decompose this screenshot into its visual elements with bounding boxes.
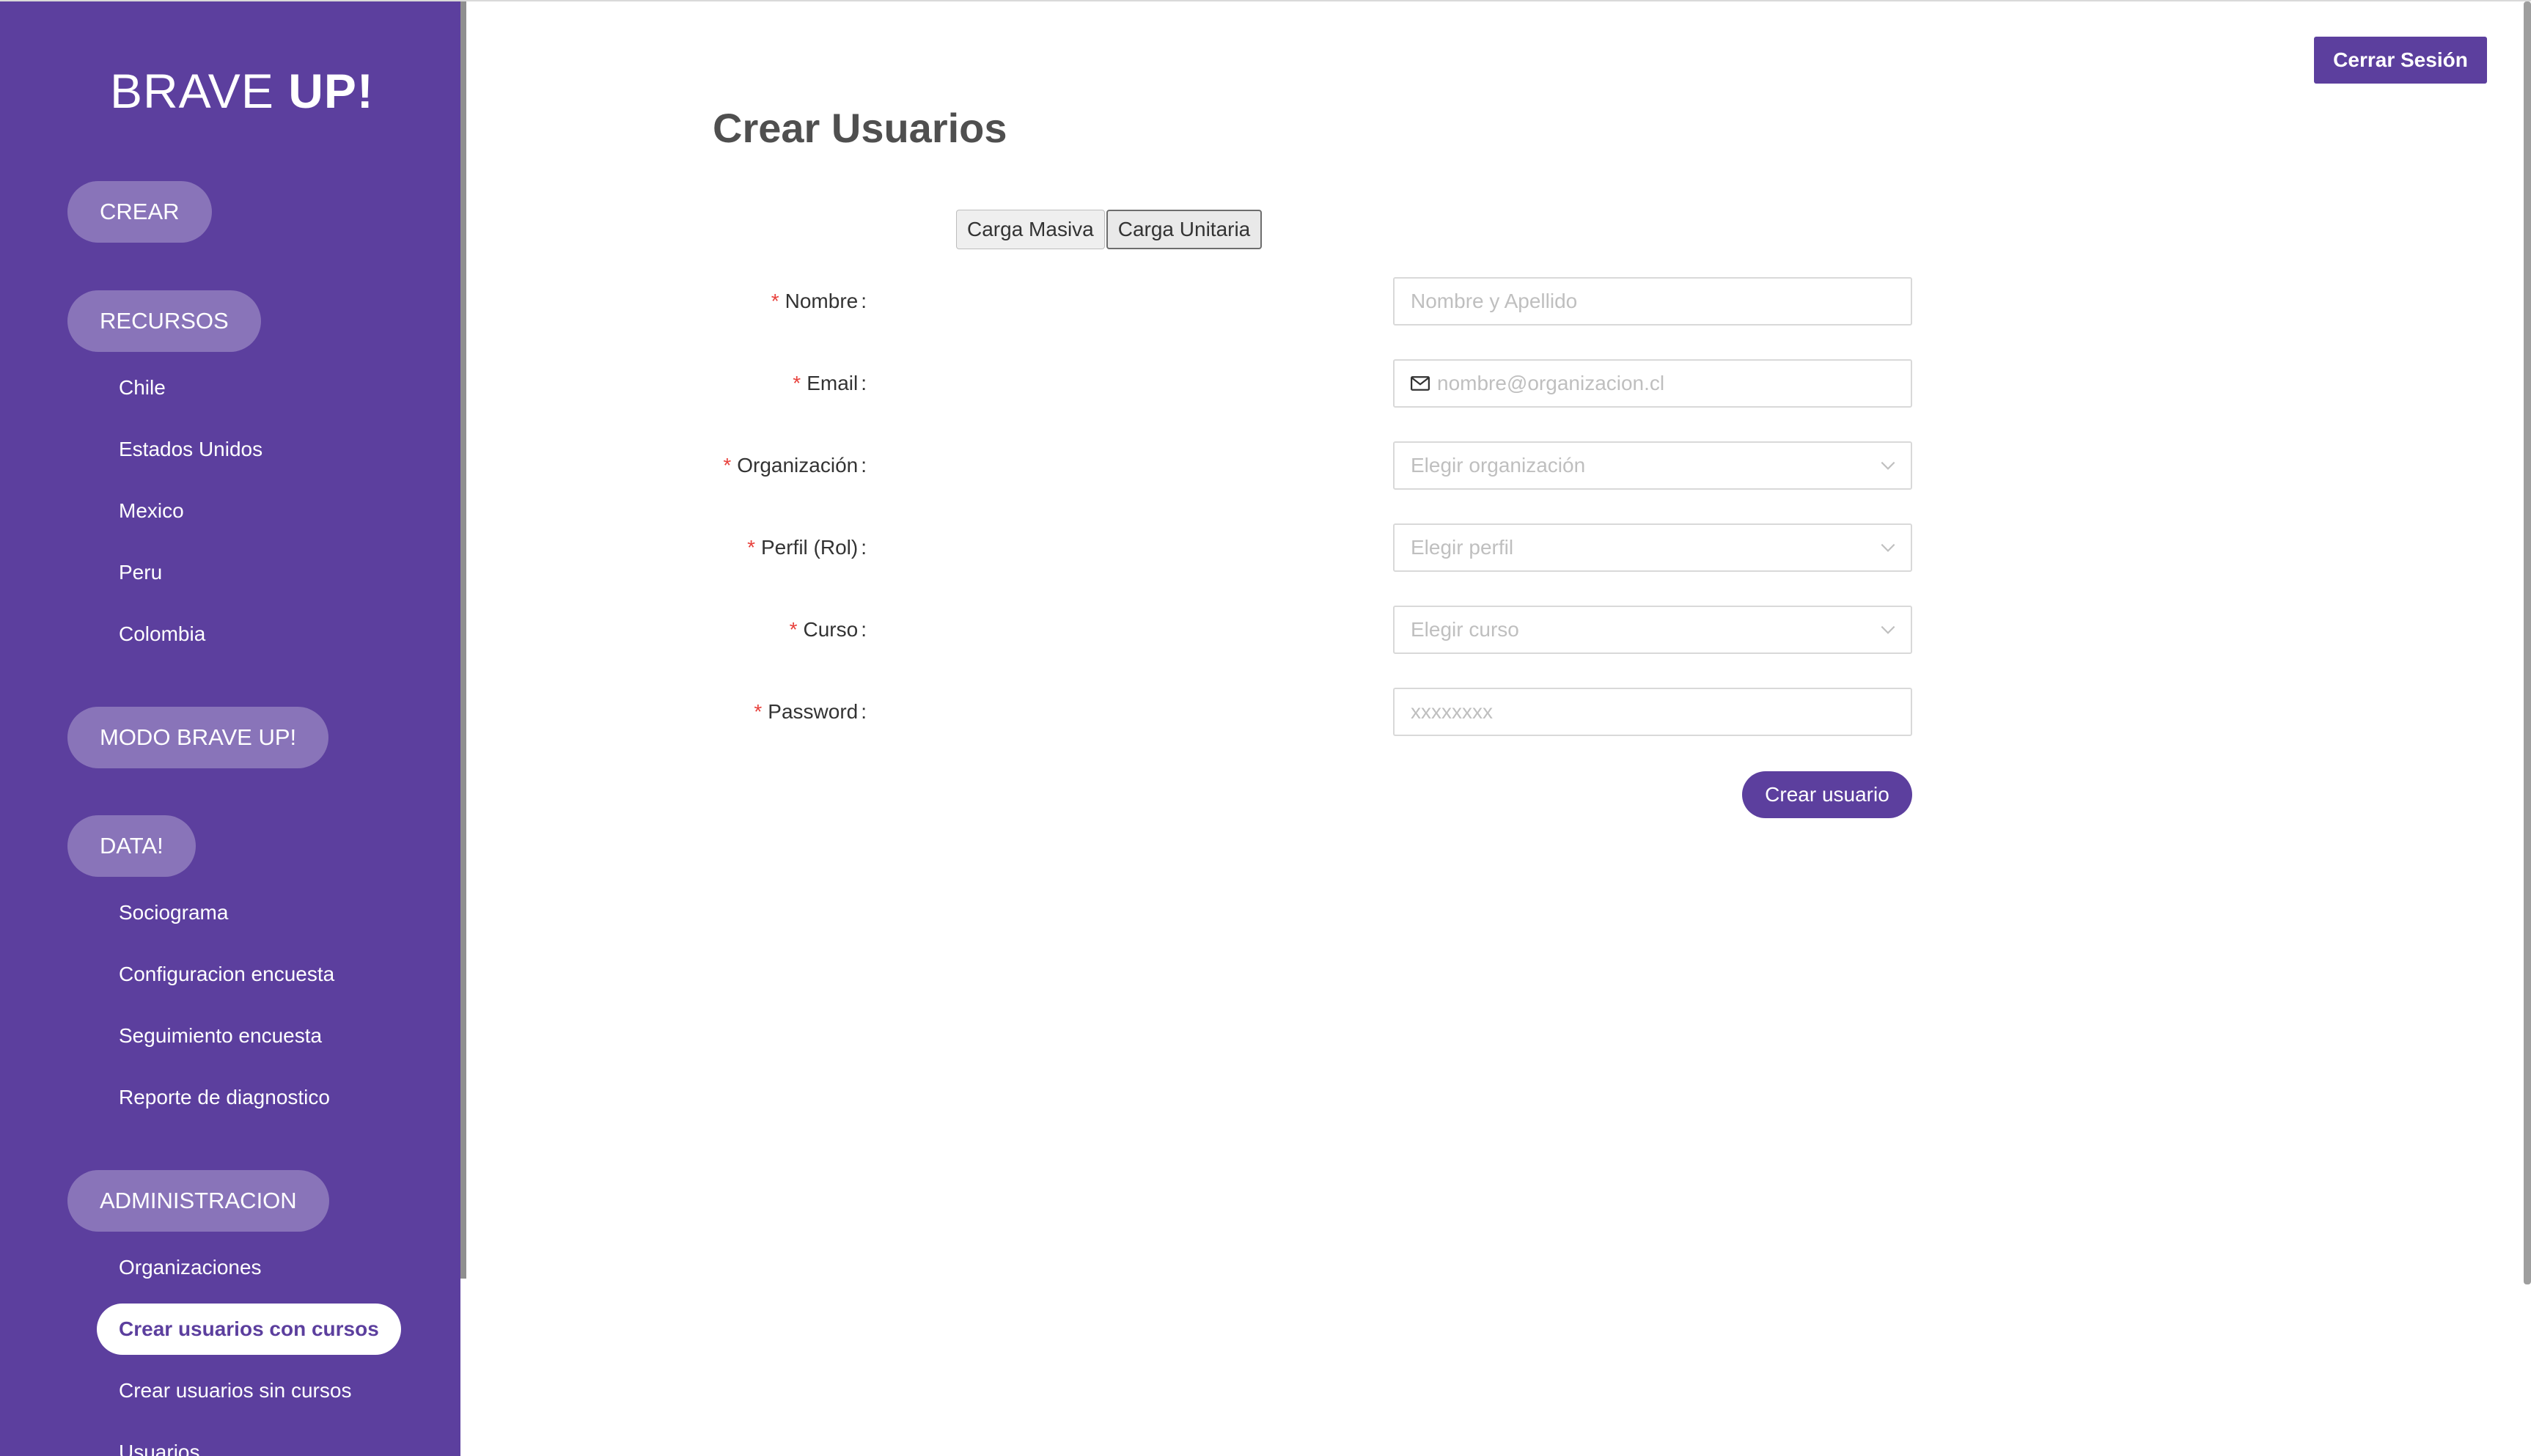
label-colon: : bbox=[861, 700, 867, 723]
nombre-field bbox=[1393, 277, 1912, 326]
curso-label-text: Curso bbox=[803, 618, 859, 641]
mail-icon bbox=[1411, 376, 1430, 391]
perfil-label-text: Perfil (Rol) bbox=[760, 536, 859, 559]
nombre-label-text: Nombre bbox=[785, 290, 859, 312]
sidebar: BRAVE UP! CREAR RECURSOS Chile Estados U… bbox=[0, 1, 460, 1456]
sidebar-item-sociograma[interactable]: Sociograma bbox=[119, 898, 228, 927]
sidebar-item-reporte-de-diagnostico[interactable]: Reporte de diagnostico bbox=[119, 1083, 330, 1112]
password-label-text: Password bbox=[768, 700, 859, 723]
nombre-label: * Nombre: bbox=[771, 277, 867, 326]
required-mark: * bbox=[793, 372, 801, 394]
chevron-down-icon bbox=[1881, 625, 1895, 634]
form-row-curso: * Curso: Elegir curso bbox=[713, 606, 1912, 654]
page-scrollbar[interactable] bbox=[2524, 1, 2531, 1284]
sidebar-group-crear[interactable]: CREAR bbox=[67, 181, 212, 243]
page-title: Crear Usuarios bbox=[713, 105, 1007, 151]
chevron-down-icon bbox=[1881, 461, 1895, 470]
sidebar-item-mexico[interactable]: Mexico bbox=[119, 496, 184, 526]
password-label: * Password: bbox=[754, 688, 867, 736]
organizacion-select[interactable]: Elegir organización bbox=[1393, 441, 1912, 490]
sidebar-item-crear-usuarios-sin-cursos[interactable]: Crear usuarios sin cursos bbox=[119, 1376, 351, 1405]
form-row-organizacion: * Organización: Elegir organización bbox=[713, 441, 1912, 490]
label-colon: : bbox=[861, 372, 867, 394]
chevron-down-icon bbox=[1881, 543, 1895, 552]
sidebar-scrollbar[interactable] bbox=[460, 1, 466, 1279]
sidebar-item-colombia[interactable]: Colombia bbox=[119, 619, 205, 649]
curso-label: * Curso: bbox=[790, 606, 867, 654]
required-mark: * bbox=[771, 290, 779, 312]
app-window: BRAVE UP! CREAR RECURSOS Chile Estados U… bbox=[0, 0, 2531, 1456]
label-colon: : bbox=[861, 618, 867, 641]
sidebar-item-configuracion-encuesta[interactable]: Configuracion encuesta bbox=[119, 960, 334, 989]
curso-select[interactable]: Elegir curso bbox=[1393, 606, 1912, 654]
password-input[interactable] bbox=[1411, 689, 1911, 735]
sidebar-item-peru[interactable]: Peru bbox=[119, 558, 162, 587]
logout-button[interactable]: Cerrar Sesión bbox=[2314, 37, 2487, 84]
email-label: * Email: bbox=[793, 359, 867, 408]
sidebar-group-data[interactable]: DATA! bbox=[67, 815, 196, 877]
email-label-text: Email bbox=[807, 372, 859, 394]
logo-text-bold: UP! bbox=[288, 64, 374, 118]
email-input[interactable] bbox=[1437, 361, 1911, 406]
email-field bbox=[1393, 359, 1912, 408]
required-mark: * bbox=[754, 700, 763, 723]
sidebar-group-recursos[interactable]: RECURSOS bbox=[67, 290, 261, 352]
sidebar-item-usuarios[interactable]: Usuarios bbox=[119, 1438, 199, 1456]
label-colon: : bbox=[861, 454, 867, 477]
perfil-select-placeholder: Elegir perfil bbox=[1411, 536, 1514, 559]
password-field bbox=[1393, 688, 1912, 736]
sidebar-group-administracion[interactable]: ADMINISTRACION bbox=[67, 1170, 329, 1232]
sidebar-item-seguimiento-encuesta[interactable]: Seguimiento encuesta bbox=[119, 1021, 322, 1051]
tab-carga-unitaria[interactable]: Carga Unitaria bbox=[1106, 210, 1263, 249]
required-mark: * bbox=[789, 618, 798, 641]
sidebar-item-estados-unidos[interactable]: Estados Unidos bbox=[119, 435, 262, 464]
organizacion-select-placeholder: Elegir organización bbox=[1411, 454, 1586, 477]
perfil-label: * Perfil (Rol): bbox=[747, 523, 867, 572]
sidebar-group-modo-brave-up[interactable]: MODO BRAVE UP! bbox=[67, 707, 329, 768]
logo-text-light: BRAVE bbox=[110, 64, 289, 118]
form-row-nombre: * Nombre: bbox=[713, 277, 1912, 326]
form-row-email: * Email: bbox=[713, 359, 1912, 408]
curso-select-placeholder: Elegir curso bbox=[1411, 618, 1519, 641]
required-mark: * bbox=[747, 536, 755, 559]
tab-carga-masiva[interactable]: Carga Masiva bbox=[956, 210, 1105, 249]
form-row-password: * Password: bbox=[713, 688, 1912, 736]
nombre-input[interactable] bbox=[1411, 279, 1911, 324]
label-colon: : bbox=[861, 290, 867, 312]
main-content: Cerrar Sesión Crear Usuarios Carga Masiv… bbox=[466, 1, 2531, 1456]
perfil-select[interactable]: Elegir perfil bbox=[1393, 523, 1912, 572]
crear-usuario-button[interactable]: Crear usuario bbox=[1742, 771, 1912, 818]
sidebar-item-organizaciones[interactable]: Organizaciones bbox=[119, 1253, 262, 1282]
label-colon: : bbox=[861, 536, 867, 559]
sidebar-item-chile[interactable]: Chile bbox=[119, 373, 166, 402]
required-mark: * bbox=[723, 454, 732, 477]
sidebar-item-crear-usuarios-con-cursos[interactable]: Crear usuarios con cursos bbox=[97, 1304, 401, 1355]
organizacion-label: * Organización: bbox=[723, 441, 867, 490]
form-row-perfil: * Perfil (Rol): Elegir perfil bbox=[713, 523, 1912, 572]
brand-logo[interactable]: BRAVE UP! bbox=[110, 63, 374, 119]
upload-mode-tabs: Carga Masiva Carga Unitaria bbox=[956, 210, 1263, 249]
organizacion-label-text: Organización bbox=[737, 454, 859, 477]
